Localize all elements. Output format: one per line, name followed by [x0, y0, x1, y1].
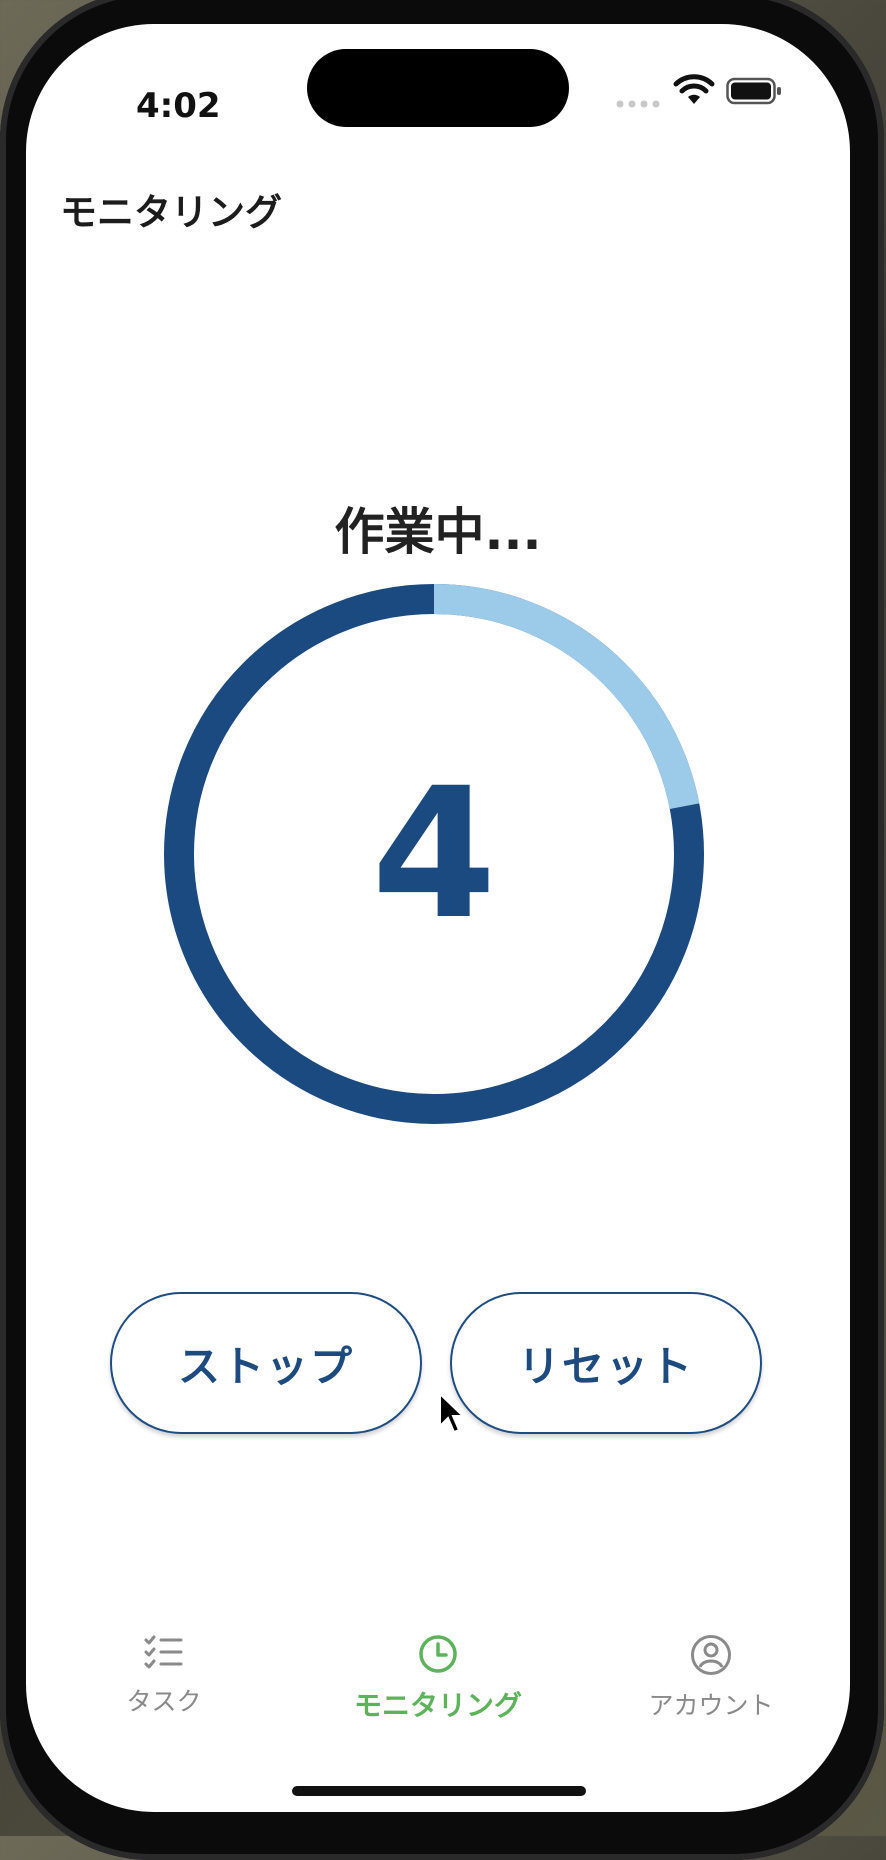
battery-icon [726, 77, 781, 105]
wifi-icon [673, 74, 715, 104]
tab-bar: タスク モニタリング アカウント [26, 1634, 850, 1754]
tab-monitoring[interactable]: モニタリング [318, 1634, 558, 1724]
timer-status-label: 作業中... [334, 503, 542, 561]
person-circle-icon [691, 1635, 731, 1675]
clock-icon [419, 1635, 457, 1673]
dynamic-island [307, 49, 569, 127]
reset-button[interactable]: リセット [450, 1292, 762, 1434]
tab-account-label: アカウント [648, 1691, 774, 1720]
tab-tasks-label: タスク [126, 1687, 202, 1716]
page-title: モニタリング [60, 191, 282, 234]
tab-account[interactable]: アカウント [591, 1634, 831, 1722]
status-bar: 4:02 [26, 24, 850, 154]
home-indicator [292, 1786, 586, 1796]
checklist-icon [144, 1635, 183, 1669]
mouse-cursor-icon [439, 1392, 464, 1434]
tab-tasks[interactable]: タスク [44, 1634, 284, 1718]
timer-count: 4 [371, 749, 497, 959]
status-time: 4:02 [136, 86, 221, 126]
cellular-signal-icon [616, 100, 660, 108]
app-screen: 4:02 モニタリング 作業中... 4 ストップ リセット タスク モニタリン… [26, 24, 850, 1812]
stop-button[interactable]: ストップ [110, 1292, 422, 1434]
tab-monitoring-label: モニタリング [353, 1689, 522, 1722]
